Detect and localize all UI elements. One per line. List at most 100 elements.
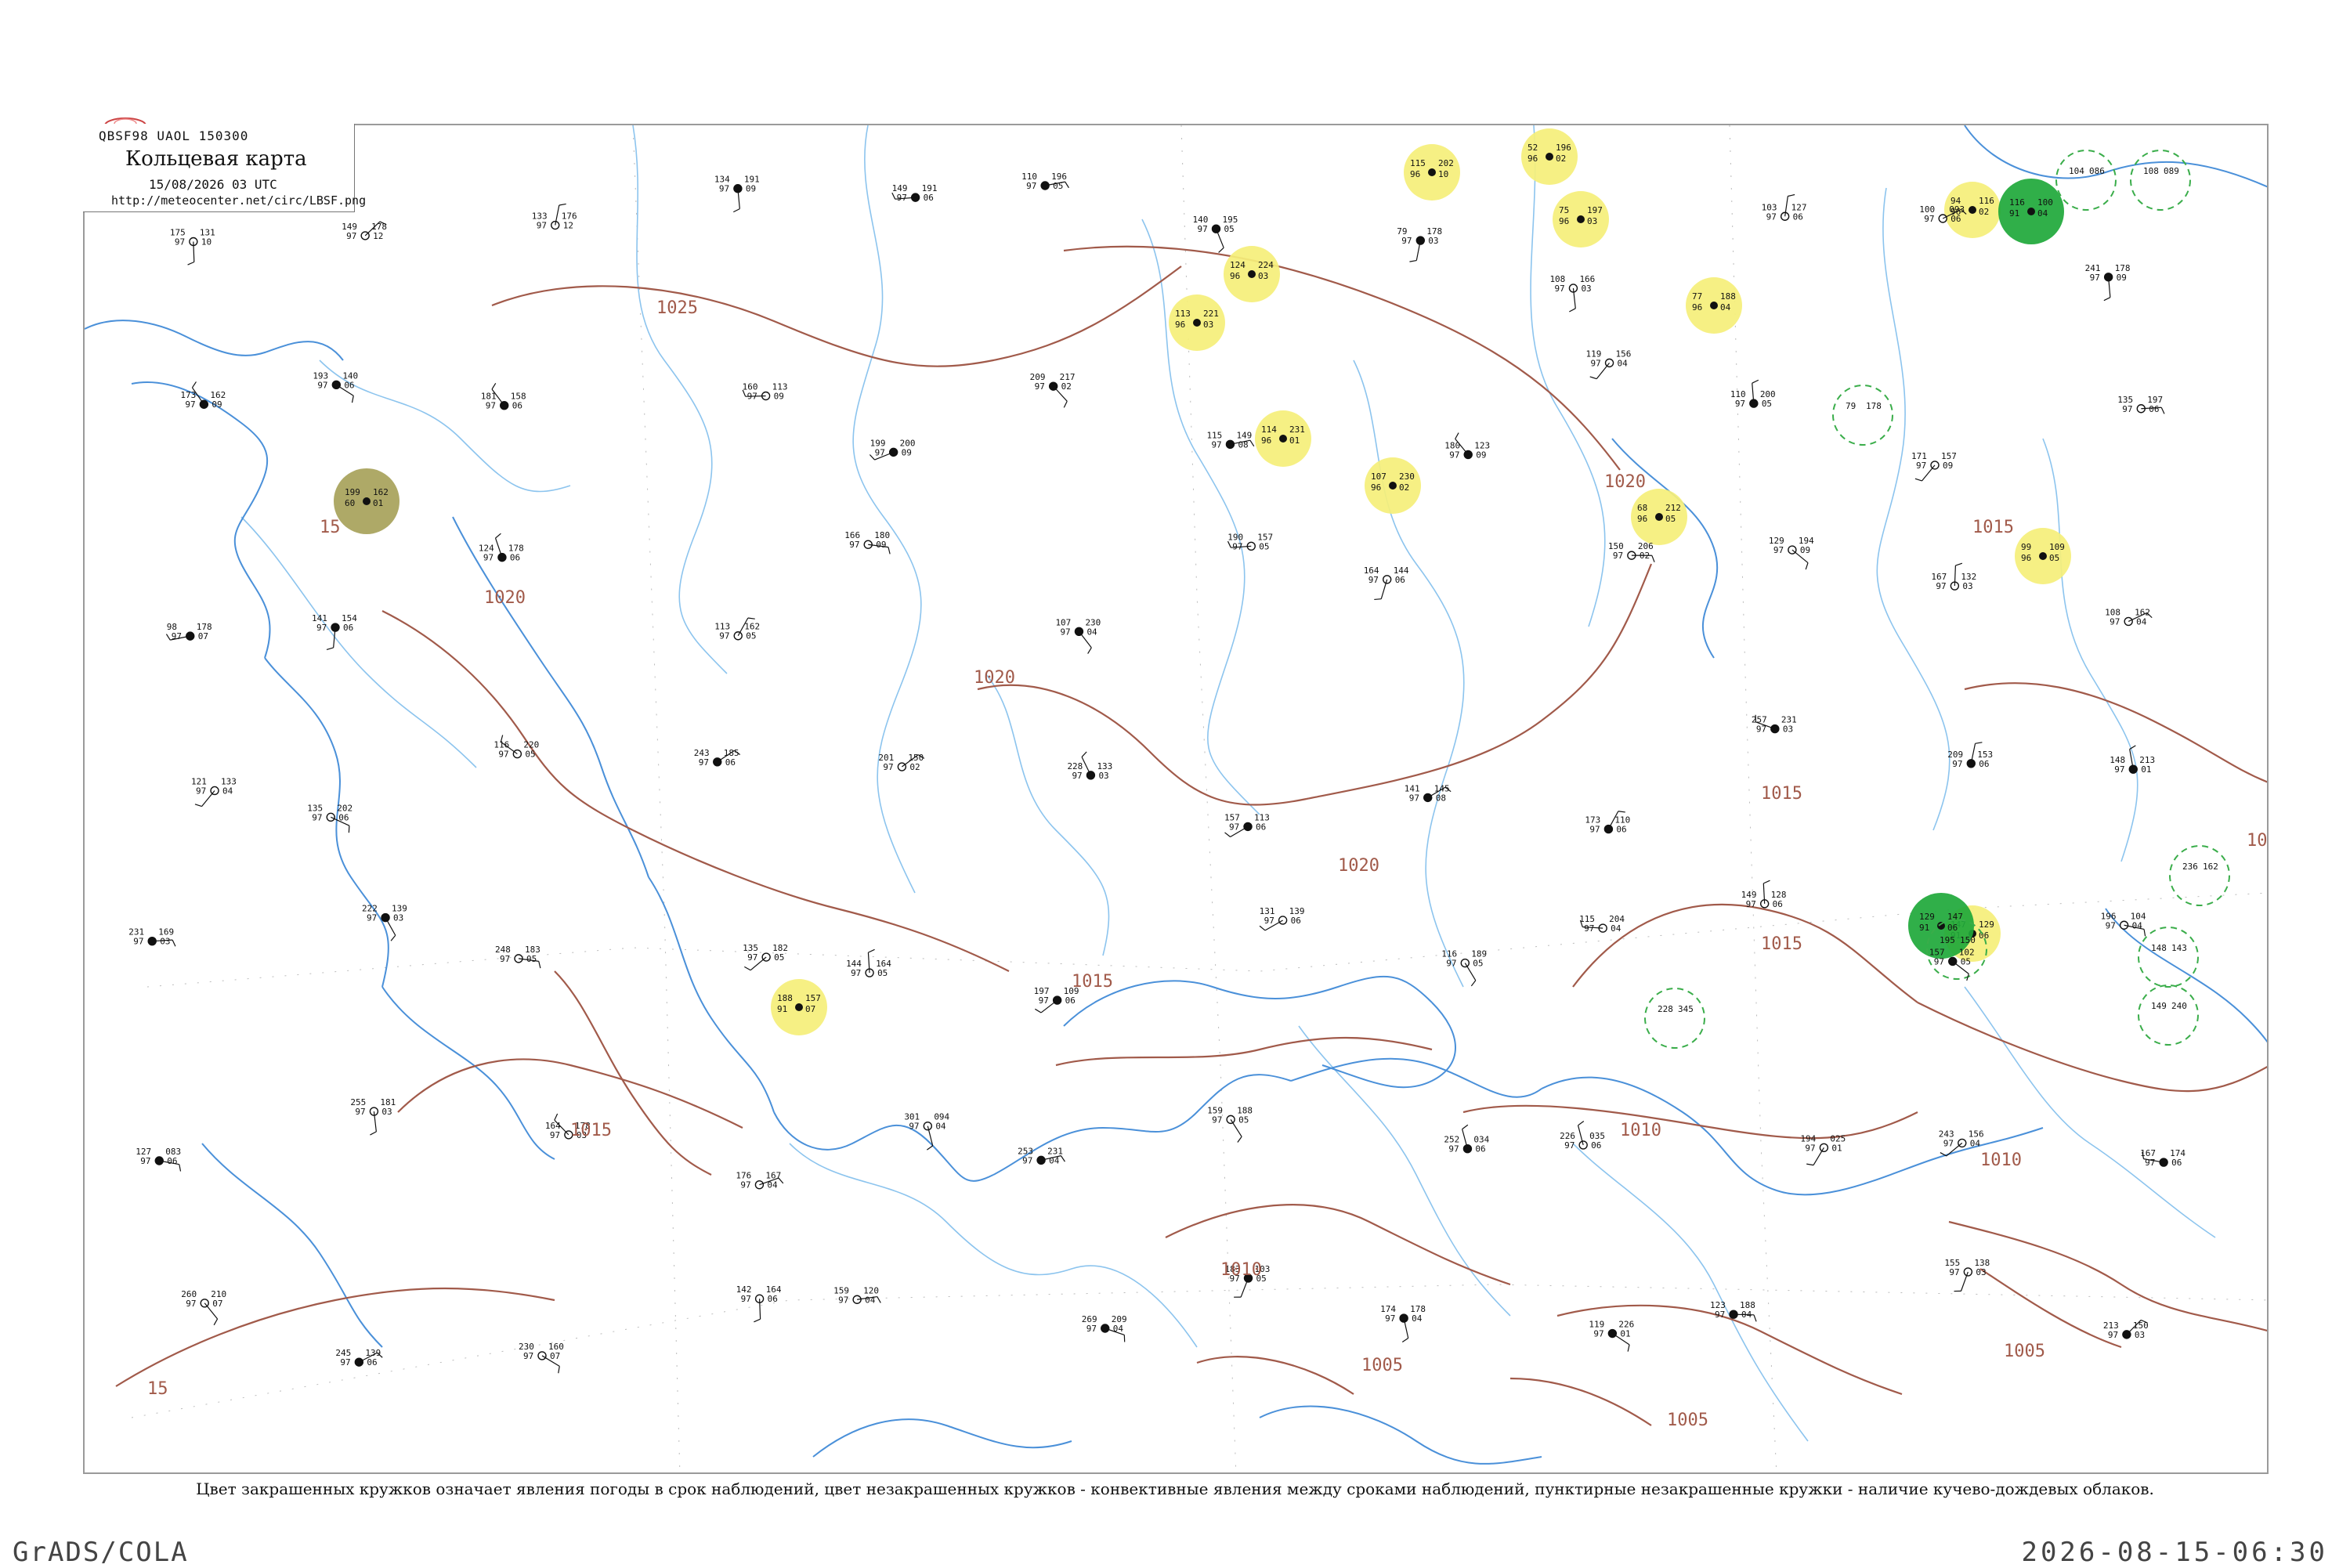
station-plot[interactable]: 791789703 <box>1397 226 1442 262</box>
station-plot[interactable]: 2091539706 <box>1947 742 1993 769</box>
station-plot[interactable]: 1191569704 <box>1586 349 1632 378</box>
station-plot[interactable]: 1192269701 <box>1589 1320 1634 1352</box>
station-plot[interactable]: 2451399706 <box>335 1348 382 1367</box>
station-plot[interactable]: 1591889705 <box>1207 1105 1253 1142</box>
station-plot[interactable]: 1031279706 <box>1762 194 1807 222</box>
station-plot[interactable]: 1162209705 <box>494 735 539 760</box>
cb-cloud-marker[interactable]: 104086 <box>2056 150 2116 210</box>
station-plot[interactable]: 1411459708 <box>1405 783 1451 803</box>
weather-highlight[interactable]: 1152029610 <box>1404 144 1460 201</box>
weather-highlight[interactable]: 521969602 <box>1521 128 1578 185</box>
station-plot[interactable]: 1731629709 <box>180 381 226 410</box>
weather-highlight[interactable]: 1072309602 <box>1365 457 1421 514</box>
station-plot[interactable]: 1152049704 <box>1579 914 1625 934</box>
weather-highlight[interactable]: 1881579107 <box>771 979 827 1035</box>
station-plot[interactable]: 1591209704 <box>833 1285 880 1305</box>
cb-cloud-marker[interactable]: 148143 <box>2138 927 2198 987</box>
station-plot[interactable]: 1741789704 <box>1380 1304 1426 1342</box>
station-plot[interactable]: 1491289706 <box>1741 880 1787 909</box>
station-plot[interactable]: 1671329703 <box>1931 563 1976 591</box>
station-plot[interactable]: 1241789706 <box>479 533 524 562</box>
weather-highlight[interactable]: 751979603 <box>1553 191 1609 247</box>
station-plot[interactable]: 1571139706 <box>1224 812 1270 836</box>
station-plot[interactable]: 1131629705 <box>714 618 760 641</box>
station-plot[interactable]: 1341919709 <box>714 175 760 212</box>
station-plot[interactable]: 2572319703 <box>1752 715 1797 735</box>
weather-highlight[interactable]: 1142319601 <box>1255 410 1311 467</box>
station-plot[interactable]: 2692099704 <box>1082 1314 1127 1342</box>
station-plot[interactable]: 1711579709 <box>1911 451 1957 481</box>
station-plot[interactable]: 1161899705 <box>1441 949 1487 986</box>
station-plot[interactable]: 1401959705 <box>1192 215 1238 252</box>
station-plot[interactable]: 2520349706 <box>1444 1125 1489 1154</box>
station-plot[interactable]: 1751319710 <box>170 228 215 266</box>
station-plot[interactable]: 2131509703 <box>2103 1320 2149 1339</box>
station-plot[interactable]: 1000939706 <box>1919 204 1966 224</box>
station-plot[interactable]: 2481839705 <box>495 945 540 968</box>
station-plot[interactable]: 2311699703 <box>128 927 175 947</box>
station-plot[interactable]: 2221399703 <box>362 904 407 941</box>
station-plot[interactable]: 1352029706 <box>307 803 352 833</box>
weather-map[interactable]: 1152029610521969602751979603124224960311… <box>83 124 2269 1474</box>
station-plot[interactable]: 1671749706 <box>2140 1148 2186 1168</box>
weather-highlight[interactable]: 771889604 <box>1686 277 1742 334</box>
station-plot[interactable]: 3010949704 <box>904 1112 949 1150</box>
station-plot[interactable]: 1151499708 <box>1206 430 1253 450</box>
station-plot[interactable]: 1502069702 <box>1608 541 1654 562</box>
station-plot[interactable]: 1081669703 <box>1549 274 1595 312</box>
station-plot[interactable]: 1211339704 <box>191 776 237 806</box>
station-plot[interactable]: 1992009709 <box>870 438 915 460</box>
station-plot[interactable]: 1491789712 <box>342 222 387 241</box>
station-plot[interactable]: 1931409706 <box>313 370 358 403</box>
station-plot[interactable]: 2532319704 <box>1018 1146 1065 1165</box>
station-plot[interactable]: 1901579705 <box>1227 532 1273 551</box>
source-url[interactable]: http://meteocenter.net/circ/LBSF.png <box>111 193 366 208</box>
station-plot[interactable]: 2092179702 <box>1030 372 1076 407</box>
cb-cloud-marker[interactable]: 149240 <box>2138 985 2198 1045</box>
station-plot[interactable]: 1482139701 <box>2110 746 2155 775</box>
station-plot[interactable]: 1811589706 <box>481 383 526 410</box>
station-plot[interactable]: 1551389703 <box>1944 1258 1990 1292</box>
station-plot[interactable]: 1961049704 <box>2101 911 2146 936</box>
station-plot[interactable]: 1761679704 <box>736 1171 783 1190</box>
weather-highlight[interactable]: 1161009104 <box>1998 179 2064 244</box>
station-plot[interactable]: 1441649705 <box>846 949 891 978</box>
weather-highlight[interactable]: 1991626001 <box>334 468 400 534</box>
station-plot[interactable]: 1291949709 <box>1769 536 1814 569</box>
station-plot[interactable]: 1421649706 <box>736 1284 782 1322</box>
weather-highlight[interactable]: 1242249603 <box>1224 246 1280 302</box>
weather-highlight[interactable]: 682129605 <box>1631 489 1687 545</box>
station-plot[interactable]: 2011509702 <box>878 753 924 772</box>
cb-cloud-marker[interactable]: 228345 <box>1645 988 1705 1048</box>
station-plot[interactable]: 2431569704 <box>1939 1129 1984 1156</box>
station-plot[interactable]: 1231889704 <box>1710 1300 1756 1321</box>
station-plot[interactable]: 1081629704 <box>2105 607 2152 627</box>
station-plot[interactable]: 981789707 <box>166 622 212 641</box>
station-plot[interactable]: 1731109706 <box>1585 811 1630 835</box>
station-plot[interactable]: 1331769712 <box>532 204 577 230</box>
cb-cloud-marker[interactable]: 236162 <box>2170 846 2229 905</box>
station-plot[interactable]: 1101969705 <box>1021 172 1068 191</box>
cb-cloud-marker[interactable]: 108089 <box>2131 150 2190 210</box>
station-plot[interactable]: 1311399706 <box>1260 906 1305 930</box>
weather-highlight[interactable]: 991099605 <box>2015 528 2071 584</box>
station-plot[interactable]: 1270839706 <box>136 1147 181 1172</box>
station-plot[interactable]: 2431859706 <box>694 748 740 768</box>
station-plot[interactable]: 2260359706 <box>1560 1122 1605 1151</box>
station-plot[interactable]: 1661809709 <box>844 530 890 554</box>
station-plot[interactable]: 2551819703 <box>350 1097 396 1135</box>
station-plot[interactable]: 2281339703 <box>1067 752 1112 781</box>
station-plot[interactable]: 1411549706 <box>312 613 357 649</box>
station-plot[interactable]: 1351829705 <box>743 943 788 970</box>
weather-highlight[interactable]: 1132219603 <box>1169 294 1225 351</box>
station-plot[interactable]: 1601139709 <box>743 381 788 401</box>
station-plot[interactable]: 1102009705 <box>1730 380 1776 409</box>
cb-cloud-marker[interactable]: 79178 <box>1833 385 1893 445</box>
station-plot[interactable]: 2411789709 <box>2085 263 2131 301</box>
station-plot[interactable]: 2301609707 <box>519 1342 564 1373</box>
station-plot[interactable]: 1641449706 <box>1364 565 1409 600</box>
station-plot[interactable]: 2602109707 <box>181 1289 226 1325</box>
station-plot[interactable]: 1801239709 <box>1444 433 1490 461</box>
station-plot[interactable]: 1351979706 <box>2117 395 2164 414</box>
station-plot[interactable]: 1491919706 <box>892 183 938 203</box>
